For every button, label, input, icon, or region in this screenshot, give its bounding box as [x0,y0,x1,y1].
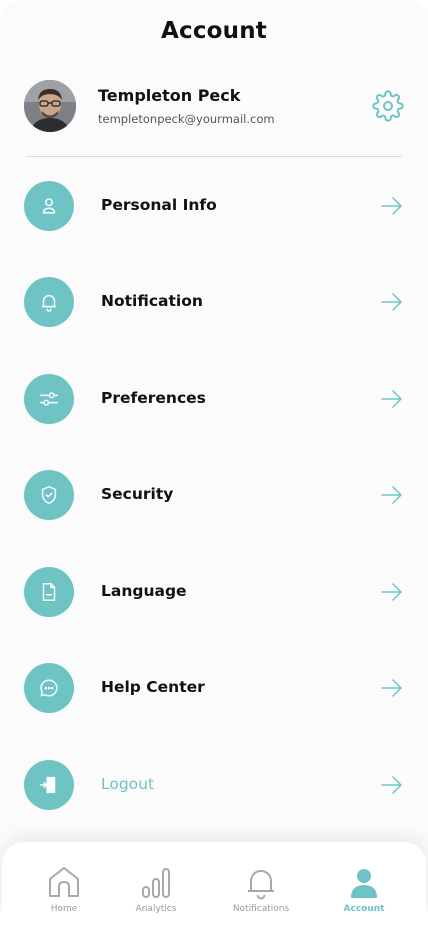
arrow-right-icon [380,290,404,314]
menu-item-personal-info[interactable]: Personal Info [24,181,404,231]
menu-item-logout[interactable]: Logout [24,760,404,810]
menu-item-notification[interactable]: Notification [24,277,404,327]
tab-home[interactable]: Home [19,864,109,920]
tab-label: Account [343,904,385,914]
logout-icon [24,760,74,810]
menu-item-language[interactable]: Language [24,567,404,617]
profile-card[interactable]: Templeton Peck templetonpeck@yourmail.co… [24,80,404,134]
menu-item-security[interactable]: Security [24,470,404,520]
profile-name: Templeton Peck [98,86,241,105]
menu-item-label: Notification [101,292,203,310]
arrow-right-icon [380,676,404,700]
menu-item-label: Language [101,582,187,600]
tab-label: Analytics [135,904,177,914]
document-icon [24,567,74,617]
bottom-tab-bar: Home Analytics Notifications Account [2,842,426,926]
user-icon [351,869,377,898]
divider [26,156,402,157]
tab-notifications[interactable]: Notifications [216,864,306,920]
arrow-right-icon [380,580,404,604]
avatar [24,80,76,132]
tab-analytics[interactable]: Analytics [111,864,201,920]
menu-item-label: Security [101,485,174,503]
tab-label: Home [50,904,78,914]
bell-icon [248,870,274,900]
menu-item-label: Logout [101,775,155,793]
tab-label: Notifications [232,904,290,914]
arrow-right-icon [380,387,404,411]
arrow-right-icon [380,773,404,797]
account-screen: Account Templeton Peck templetonpeck@you… [0,0,428,926]
user-icon [24,181,74,231]
page-title: Account [160,18,267,44]
arrow-right-icon [380,483,404,507]
shield-check-icon [24,470,74,520]
menu-item-label: Preferences [101,389,206,407]
tab-account[interactable]: Account [319,864,409,920]
profile-email: templetonpeck@yourmail.com [98,112,275,126]
menu-item-label: Help Center [101,678,205,696]
menu-item-preferences[interactable]: Preferences [24,374,404,424]
bar-chart-icon [142,868,170,898]
menu-item-help-center[interactable]: Help Center [24,663,404,713]
menu-item-label: Personal Info [101,196,217,214]
home-icon [49,867,79,897]
arrow-right-icon [380,194,404,218]
chat-bubble-icon [24,663,74,713]
bell-icon [24,277,74,327]
sliders-icon [24,374,74,424]
gear-icon[interactable] [372,90,404,122]
